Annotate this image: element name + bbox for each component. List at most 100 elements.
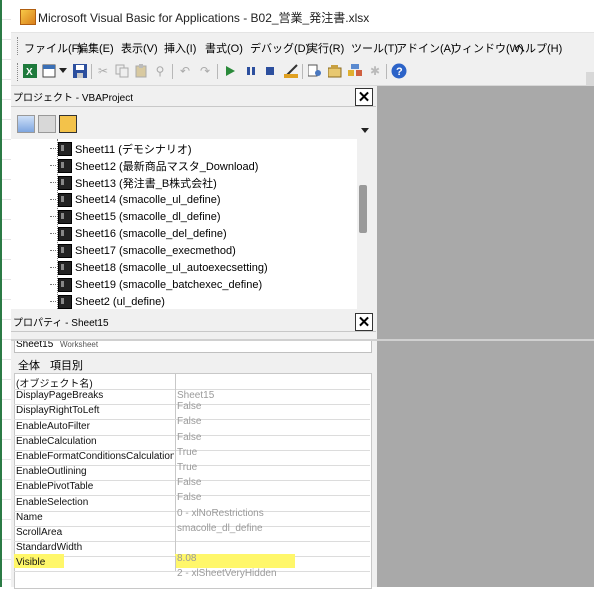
tree-item-sheet[interactable]: Sheet13 (発注書_B株式会社) [50, 174, 217, 191]
property-name: ScrollArea [16, 527, 63, 538]
tree-item-sheet[interactable]: Sheet17 (smacolle_execmethod) [50, 242, 236, 259]
property-value[interactable]: 8.08 [177, 553, 367, 564]
redo-icon[interactable]: ↷ [197, 63, 213, 79]
run-icon[interactable] [222, 63, 238, 79]
tree-connector [50, 284, 56, 285]
copy-icon[interactable] [114, 63, 130, 79]
tab-alphabetic[interactable]: 全体 [18, 357, 40, 373]
worksheet-icon [58, 209, 72, 224]
view-code-icon[interactable] [17, 115, 35, 133]
tree-connector [50, 148, 56, 149]
property-row[interactable]: StandardWidth 8.08 [14, 541, 370, 564]
tree-item-sheet[interactable]: Sheet16 (smacolle_del_define) [50, 225, 227, 242]
worksheet-icon [58, 192, 72, 207]
design-mode-icon[interactable] [283, 63, 299, 79]
tree-item-sheet[interactable]: Sheet11 (デモシナリオ) [50, 140, 192, 157]
excel-icon[interactable]: X [22, 63, 38, 79]
tree-item-sheet[interactable]: Sheet18 (smacolle_ul_autoexecsetting) [50, 259, 268, 276]
dropdown-arrow-icon[interactable] [58, 63, 67, 79]
property-row[interactable]: (オブジェクト名) Sheet15 [14, 374, 370, 401]
tree-connector [50, 182, 56, 183]
property-value[interactable]: True [177, 447, 367, 458]
toggle-folders-icon[interactable] [59, 115, 77, 133]
property-value[interactable]: False [177, 477, 367, 488]
property-name: (オブジェクト名) [16, 379, 93, 390]
property-value[interactable]: smacolle_dl_define [177, 523, 367, 534]
tree-connector [50, 216, 56, 217]
menu-item[interactable]: 書式(O) [205, 40, 243, 56]
menu-item[interactable]: 挿入(I) [164, 40, 196, 56]
save-icon[interactable] [72, 63, 88, 79]
view-object-icon[interactable] [38, 115, 56, 133]
break-icon[interactable] [243, 63, 259, 79]
tree-item-label: Sheet18 (smacolle_ul_autoexecsetting) [75, 261, 268, 274]
tree-item-label: Sheet12 (最新商品マスタ_Download) [75, 160, 259, 173]
property-value[interactable]: Sheet15 [177, 390, 367, 401]
property-value[interactable]: False [177, 432, 367, 443]
property-value[interactable]: False [177, 492, 367, 503]
menubar-grip[interactable] [17, 37, 21, 55]
property-name: DisplayRightToLeft [16, 405, 100, 417]
tree-item-sheet[interactable]: Sheet19 (smacolle_batchexec_define) [50, 276, 262, 293]
tree-item-sheet[interactable]: Sheet14 (smacolle_ul_define) [50, 191, 221, 208]
close-properties-pane-button[interactable]: ✕ [355, 313, 373, 331]
undo-icon[interactable]: ↶ [177, 63, 193, 79]
reset-icon[interactable] [262, 63, 278, 79]
menu-item[interactable]: 実行(R) [307, 40, 344, 56]
tree-scroll-thumb[interactable] [359, 185, 367, 233]
worksheet-icon [58, 243, 72, 258]
tree-item-label: Sheet14 (smacolle_ul_define) [75, 193, 221, 206]
tree-connector [50, 165, 56, 166]
tree-item-sheet[interactable]: Sheet2 (ul_define) [50, 293, 165, 310]
toolbox-icon[interactable]: ✱ [367, 63, 383, 79]
property-value[interactable]: False [177, 401, 367, 412]
help-icon[interactable]: ? [391, 63, 407, 79]
window-title: Microsoft Visual Basic for Applications … [38, 11, 370, 25]
tree-item-sheet[interactable]: Sheet12 (最新商品マスタ_Download) [50, 157, 259, 174]
property-name: EnableFormatConditionsCalculation [16, 451, 174, 462]
menu-item[interactable]: デバッグ(D) [250, 40, 309, 56]
menu-item[interactable]: ツール(T) [351, 40, 398, 56]
column-separator [175, 495, 176, 511]
tab-categorized[interactable]: 項目別 [50, 357, 83, 373]
menu-item[interactable]: ヘルプ(H) [514, 40, 562, 56]
menu-item[interactable]: 編集(E) [77, 40, 114, 56]
column-separator [175, 510, 176, 526]
property-value[interactable]: True [177, 462, 367, 473]
tree-connector [50, 301, 56, 302]
properties-icon[interactable] [327, 63, 343, 79]
paste-icon[interactable] [133, 63, 149, 79]
find-icon[interactable]: ⚲ [152, 63, 168, 79]
tree-connector [50, 199, 56, 200]
menu-item[interactable]: ファイル(F) [24, 40, 82, 56]
column-separator [175, 404, 176, 420]
menu-item[interactable]: アドイン(A) [396, 40, 455, 56]
tree-item-label: Sheet11 (デモシナリオ) [75, 143, 192, 156]
menu-item[interactable]: ウィンドウ(W) [451, 40, 524, 56]
object-browser-icon[interactable] [347, 63, 363, 79]
object-selector-type: Worksheet [60, 340, 99, 349]
toolbar-separator [386, 64, 387, 79]
close-icon: ✕ [357, 88, 371, 106]
column-separator [175, 389, 176, 405]
tree-item-label: Sheet15 (smacolle_dl_define) [75, 210, 221, 223]
project-explorer-icon[interactable] [307, 63, 323, 79]
close-project-pane-button[interactable]: ✕ [355, 88, 373, 106]
toolbar-overflow[interactable] [586, 72, 594, 86]
property-value[interactable]: 0 - xlNoRestrictions [177, 508, 367, 519]
toolbar-grip[interactable] [17, 63, 21, 81]
cut-icon[interactable]: ✂ [95, 63, 111, 79]
pane-dropdown-icon[interactable] [361, 126, 371, 136]
menu-item[interactable]: 表示(V) [121, 40, 158, 56]
code-window-area [377, 86, 594, 587]
property-name: Name [16, 511, 43, 523]
column-separator [175, 434, 176, 450]
tree-connector [50, 250, 56, 251]
tree-item-sheet[interactable]: Sheet15 (smacolle_dl_define) [50, 208, 221, 225]
property-value[interactable]: 2 - xlSheetVeryHidden [177, 568, 367, 579]
property-value[interactable]: False [177, 416, 367, 427]
tree-item-label: Sheet2 (ul_define) [75, 295, 165, 308]
insert-module-icon[interactable] [41, 63, 57, 79]
property-name: DisplayPageBreaks [16, 390, 104, 402]
column-separator [175, 374, 176, 389]
